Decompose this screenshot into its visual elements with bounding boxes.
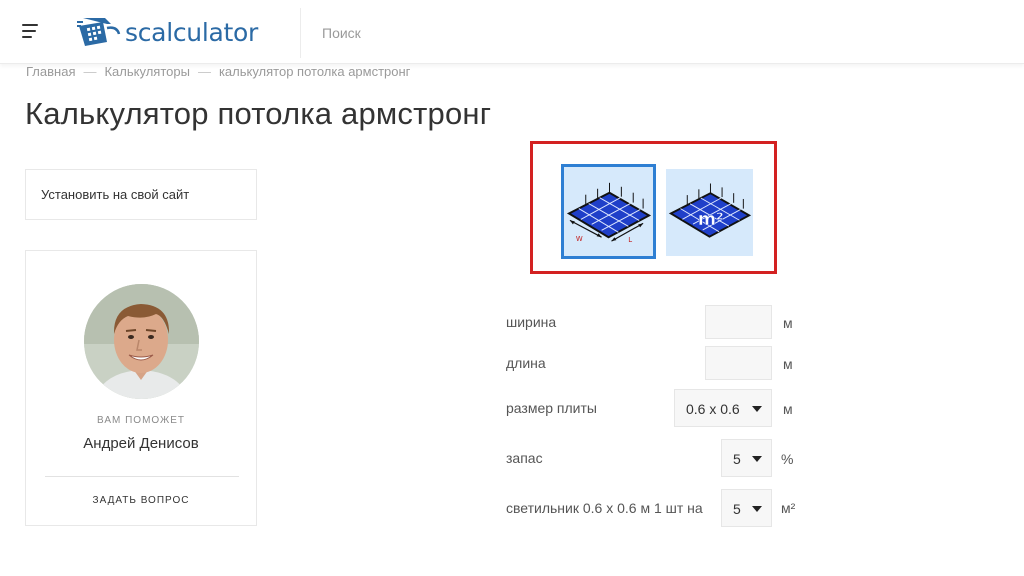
form-row-length: длина м (506, 344, 806, 382)
install-widget-button[interactable]: Установить на свой сайт (25, 169, 257, 220)
lamp-label: светильник 0.6 x 0.6 м 1 шт на (506, 500, 703, 516)
lamp-value: 5 (733, 501, 741, 517)
top-header: scalculator (0, 0, 1024, 64)
length-label: длина (506, 355, 546, 371)
lamp-unit: м² (781, 500, 796, 516)
logo-calculator-icon (77, 18, 121, 46)
reserve-select[interactable]: 5 (721, 439, 772, 477)
breadcrumb-calculators-link[interactable]: Калькуляторы (104, 64, 189, 79)
helper-label: ВАМ ПОМОЖЕТ (97, 415, 185, 426)
length-unit: м (783, 356, 793, 372)
form-row-width: ширина м (506, 303, 806, 341)
ceiling-area-icon: m² (668, 183, 752, 238)
breadcrumb-separator: — (197, 64, 211, 79)
width-unit: м (783, 315, 793, 331)
chevron-down-icon (752, 456, 762, 462)
tile-size-value: 0.6 x 0.6 (686, 401, 740, 417)
mode-area-button[interactable]: m² (666, 169, 753, 256)
chevron-down-icon (752, 506, 762, 512)
person-photo-icon (84, 284, 199, 399)
length-mark-label: L (628, 236, 632, 244)
tile-size-label: размер плиты (506, 400, 597, 416)
tile-size-select[interactable]: 0.6 x 0.6 (674, 389, 772, 427)
breadcrumb-separator: — (83, 64, 97, 79)
page-title: Калькулятор потолка армстронг (25, 96, 492, 131)
chevron-down-icon (752, 406, 762, 412)
header-divider (300, 8, 301, 58)
width-input[interactable] (705, 305, 772, 339)
width-label: ширина (506, 314, 557, 330)
ceiling-dimensions-icon: W L (566, 182, 652, 244)
mode-dimensions-button[interactable]: W L (561, 164, 656, 259)
reserve-label: запас (506, 450, 543, 466)
width-mark-label: W (576, 235, 583, 243)
reserve-value: 5 (733, 451, 741, 467)
site-logo[interactable]: scalculator (77, 14, 258, 50)
reserve-unit: % (781, 451, 794, 467)
lamp-select[interactable]: 5 (721, 489, 772, 527)
form-row-lamp: светильник 0.6 x 0.6 м 1 шт на 5 м² (506, 489, 806, 527)
area-mark-label: m² (698, 210, 724, 230)
form-row-tile-size: размер плиты 0.6 x 0.6 м (506, 389, 806, 427)
ask-question-link[interactable]: ЗАДАТЬ ВОПРОС (26, 495, 256, 506)
mode-selector: W L m² (530, 141, 777, 274)
length-input[interactable] (705, 346, 772, 380)
hamburger-menu-icon[interactable] (22, 24, 44, 40)
helper-name: Андрей Денисов (83, 435, 199, 452)
logo-text: scalculator (125, 17, 258, 47)
expert-card: ВАМ ПОМОЖЕТ Андрей Денисов ЗАДАТЬ ВОПРОС (25, 250, 257, 526)
tile-size-unit: м (783, 401, 793, 417)
breadcrumb: Главная — Калькуляторы — калькулятор потолка… (26, 64, 410, 79)
card-divider (45, 476, 239, 477)
breadcrumb-home-link[interactable]: Главная (26, 64, 75, 79)
breadcrumb-current: калькулятор потолка армстронг (218, 64, 411, 79)
form-row-reserve: запас 5 % (506, 439, 806, 477)
avatar (84, 284, 199, 399)
search-input[interactable] (322, 22, 622, 44)
